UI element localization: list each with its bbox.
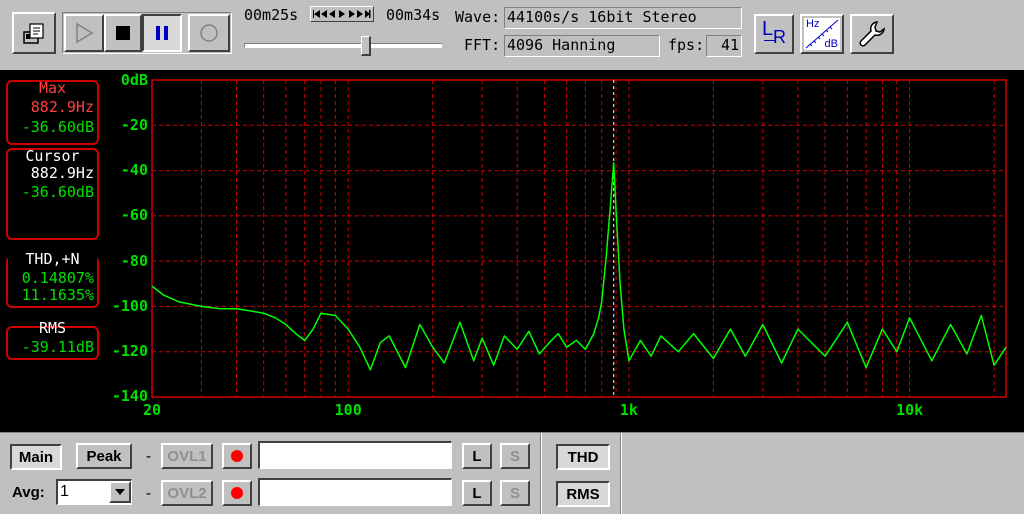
- dash-separator: -: [144, 484, 154, 502]
- record-dot-icon: [231, 450, 243, 462]
- play-button[interactable]: [64, 14, 104, 52]
- fps-field: 41: [706, 35, 742, 57]
- x-tick-label: 1k: [619, 401, 638, 419]
- fft-settings-field[interactable]: 4096 Hanning: [504, 35, 660, 57]
- record-icon: [200, 24, 218, 42]
- bottom-controls: Main Peak - OVL1 L S Avg: 1 - OVL2 L S T…: [0, 432, 1024, 514]
- overlay2-stereo-button[interactable]: S: [500, 480, 530, 506]
- stop-icon: [116, 26, 130, 40]
- plot-frame: [151, 79, 1007, 398]
- record-dot-icon: [231, 487, 243, 499]
- hz-db-scale-icon: Hz dB: [804, 18, 840, 50]
- play-icon: [76, 22, 94, 44]
- pause-button[interactable]: [142, 14, 182, 52]
- seek-track: [244, 43, 442, 48]
- channel-lr-icon: LR L R: [762, 18, 786, 47]
- thd-toggle-button[interactable]: THD: [556, 444, 610, 470]
- overlay1-button[interactable]: OVL1: [161, 443, 213, 469]
- avg-dropdown-button[interactable]: [109, 481, 131, 503]
- stop-button[interactable]: [104, 14, 142, 52]
- avg-select-value: 1: [60, 483, 69, 500]
- open-file-icon: [23, 23, 44, 44]
- wave-label: Wave:: [455, 8, 501, 26]
- spectrum-plot[interactable]: [0, 70, 1024, 432]
- spectrum-trace: [151, 162, 1007, 371]
- elapsed-time: 00m25s: [244, 6, 299, 24]
- main-button[interactable]: Main: [10, 444, 62, 470]
- skip-arrows-icon: [313, 10, 371, 18]
- overlay1-record-button[interactable]: [222, 443, 252, 469]
- channel-lr-button[interactable]: LR L R: [754, 14, 794, 54]
- x-tick-label: 100: [334, 401, 362, 419]
- avg-label: Avg:: [12, 484, 45, 501]
- overlay1-left-button[interactable]: L: [462, 443, 492, 469]
- settings-wrench-icon: [859, 21, 885, 47]
- chevron-down-icon: [115, 489, 125, 495]
- x-tick-label: 10k: [896, 401, 924, 419]
- pause-icon: [156, 26, 168, 40]
- avg-select[interactable]: 1: [56, 479, 132, 505]
- spectrum-analyzer-window: 00m25s 00m34s Wave: 44100s/s 16bit Stere…: [0, 0, 1024, 514]
- total-time: 00m34s: [386, 6, 441, 24]
- toolbar: 00m25s 00m34s Wave: 44100s/s 16bit Stere…: [0, 0, 1024, 70]
- overlay2-button[interactable]: OVL2: [161, 480, 213, 506]
- wave-format-field: 44100s/s 16bit Stereo: [504, 7, 742, 29]
- overlay2-record-button[interactable]: [222, 480, 252, 506]
- record-button[interactable]: [188, 14, 230, 52]
- overlay2-name-field[interactable]: [258, 478, 452, 506]
- x-axis-labels: 20 100 1k 10k: [0, 402, 1024, 422]
- fps-label: fps:: [668, 36, 705, 54]
- hz-db-scale-button[interactable]: Hz dB: [800, 14, 844, 54]
- fft-label: FFT:: [464, 36, 501, 54]
- seek-step-buttons[interactable]: [310, 6, 374, 22]
- rms-toggle-button[interactable]: RMS: [556, 481, 610, 507]
- seek-thumb[interactable]: [361, 36, 371, 56]
- peak-button[interactable]: Peak: [76, 443, 132, 469]
- bottom-divider: [540, 433, 542, 514]
- settings-button[interactable]: [850, 14, 894, 54]
- x-tick-label: 20: [142, 401, 162, 419]
- overlay1-stereo-button[interactable]: S: [500, 443, 530, 469]
- seek-slider[interactable]: [244, 36, 442, 56]
- overlay2-left-button[interactable]: L: [462, 480, 492, 506]
- dash-separator: -: [144, 447, 154, 465]
- open-file-button[interactable]: [12, 12, 56, 54]
- spectrum-display-panel: Max 882.9Hz -36.60dB Cursor 882.9Hz -36.…: [0, 70, 1024, 432]
- overlay1-name-field[interactable]: [258, 441, 452, 469]
- bottom-divider: [620, 433, 622, 514]
